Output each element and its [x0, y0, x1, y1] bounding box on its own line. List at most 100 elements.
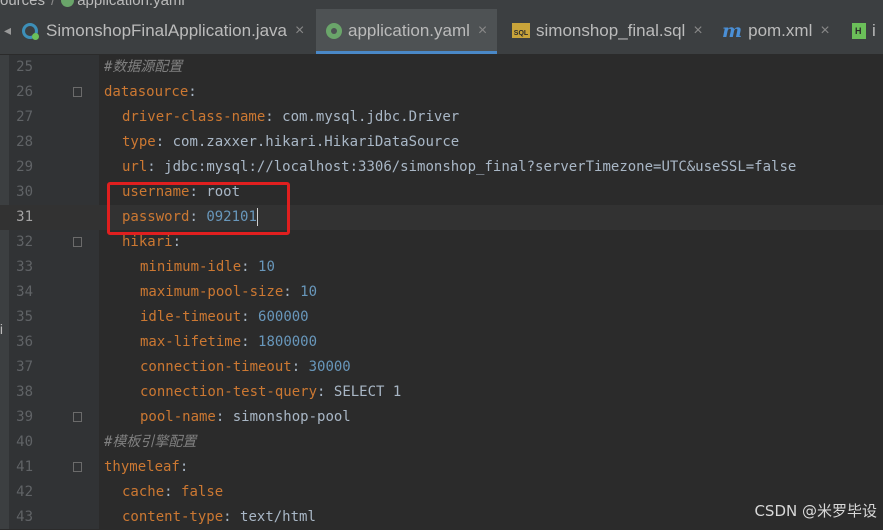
- code-text: maximum-pool-size: 10: [140, 280, 317, 305]
- line-number: 38: [16, 384, 33, 400]
- yaml-colon: :: [164, 484, 173, 500]
- code-line[interactable]: 35 idle-timeout: 600000: [0, 305, 883, 330]
- code-text: username: root: [122, 180, 240, 205]
- yaml-colon: :: [189, 184, 198, 200]
- code-text: url: jdbc:mysql://localhost:3306/simonsh…: [122, 155, 796, 180]
- code-line[interactable]: 37 connection-timeout: 30000: [0, 355, 883, 380]
- fold-marker-icon[interactable]: [73, 462, 82, 472]
- code-line[interactable]: 38 connection-test-query: SELECT 1: [0, 380, 883, 405]
- yaml-key: hikari: [122, 234, 173, 250]
- yaml-comment: #数据源配置: [104, 59, 183, 75]
- fold-marker-icon[interactable]: [73, 87, 82, 97]
- yaml-key: type: [122, 134, 156, 150]
- code-line[interactable]: 30 username: root: [0, 180, 883, 205]
- yaml-key: connection-timeout: [140, 359, 292, 375]
- code-text: driver-class-name: com.mysql.jdbc.Driver: [122, 105, 459, 130]
- line-number: 27: [16, 109, 33, 125]
- line-number: 26: [16, 84, 33, 100]
- code-line[interactable]: 31 password: 092101: [0, 205, 883, 230]
- yaml-key: connection-test-query: [140, 384, 318, 400]
- code-line[interactable]: 27 driver-class-name: com.mysql.jdbc.Driv…: [0, 105, 883, 130]
- tab-label: pom.xml: [748, 20, 813, 40]
- tab-application-yaml[interactable]: application.yaml ×: [316, 9, 498, 54]
- code-text: pool-name: simonshop-pool: [140, 405, 351, 430]
- tab-label: SimonshopFinalApplication.java: [46, 20, 287, 40]
- line-number: 33: [16, 259, 33, 275]
- line-number: 25: [16, 59, 33, 75]
- yaml-colon: :: [188, 84, 197, 100]
- line-number: 39: [16, 409, 33, 425]
- yaml-key: driver-class-name: [122, 109, 266, 125]
- breadcrumb-item[interactable]: application.yaml: [77, 0, 185, 9]
- yaml-colon: :: [291, 359, 301, 375]
- yaml-value: root: [206, 184, 241, 200]
- close-icon[interactable]: ×: [295, 22, 304, 40]
- yaml-value: SELECT 1: [333, 384, 402, 400]
- yaml-key: datasource: [104, 84, 189, 100]
- text-caret: [256, 208, 258, 226]
- code-line[interactable]: 43 content-type: text/html: [0, 505, 883, 530]
- code-line[interactable]: 29 url: jdbc:mysql://localhost:3306/simon…: [0, 155, 883, 180]
- line-number: 34: [16, 284, 33, 300]
- yaml-key: username: [122, 184, 190, 200]
- sql-icon: SQL: [512, 23, 530, 38]
- yaml-value: com.mysql.jdbc.Driver: [282, 109, 460, 125]
- breadcrumb: ources / application.yaml: [0, 0, 883, 9]
- code-line[interactable]: 34 maximum-pool-size: 10: [0, 280, 883, 305]
- yaml-value: 10: [258, 259, 275, 275]
- close-icon[interactable]: ×: [693, 22, 702, 40]
- yaml-colon: :: [317, 384, 326, 400]
- yaml-value: 1800000: [258, 334, 318, 350]
- code-text: hikari:: [122, 230, 181, 255]
- line-number: 42: [16, 484, 33, 500]
- java-class-icon: [22, 22, 39, 40]
- code-line[interactable]: 33 minimum-idle: 10: [0, 255, 883, 280]
- code-line[interactable]: 36 max-lifetime: 1800000: [0, 330, 883, 355]
- yaml-key: password: [122, 209, 190, 225]
- yaml-value: false: [181, 484, 224, 500]
- yaml-colon: :: [283, 284, 292, 300]
- line-number: 35: [16, 309, 33, 325]
- chevron-left-icon[interactable]: ◂: [0, 22, 11, 39]
- tab-html-file[interactable]: i: [852, 9, 876, 52]
- yaml-key: max-lifetime: [140, 334, 242, 350]
- breadcrumb-item[interactable]: ources: [0, 0, 45, 9]
- code-line[interactable]: 25 #数据源配置: [0, 55, 883, 80]
- fold-marker-icon[interactable]: [73, 412, 82, 422]
- tab-pom-xml[interactable]: m pom.xml ×: [722, 9, 830, 52]
- close-icon[interactable]: ×: [478, 22, 487, 40]
- code-text: max-lifetime: 1800000: [140, 330, 317, 355]
- close-icon[interactable]: ×: [820, 22, 829, 40]
- yaml-colon: :: [179, 459, 189, 475]
- code-line[interactable]: 32 hikari:: [0, 230, 883, 255]
- code-text: thymeleaf:: [104, 455, 188, 480]
- yaml-value: text/html: [240, 509, 316, 525]
- code-text: #模板引擎配置: [104, 430, 196, 455]
- tab-previous-arrow[interactable]: ◂: [0, 9, 11, 52]
- code-line[interactable]: 26 datasource:: [0, 80, 883, 105]
- line-number: 29: [16, 159, 33, 175]
- code-text: content-type: text/html: [122, 505, 316, 530]
- yaml-colon: :: [172, 234, 182, 250]
- yaml-colon: :: [241, 259, 250, 275]
- watermark: CSDN @米罗毕设: [754, 502, 877, 520]
- code-line[interactable]: 42 cache: false: [0, 480, 883, 505]
- code-line[interactable]: 40 #模板引擎配置: [0, 430, 883, 455]
- yaml-value: simonshop-pool: [232, 409, 351, 425]
- yaml-key: content-type: [122, 509, 224, 525]
- code-line[interactable]: 28 type: com.zaxxer.hikari.HikariDataSour…: [0, 130, 883, 155]
- yaml-key: minimum-idle: [140, 259, 242, 275]
- yaml-icon: [61, 0, 75, 7]
- code-text: minimum-idle: 10: [140, 255, 275, 280]
- line-number: 41: [16, 459, 33, 475]
- tab-simonshop-final-application[interactable]: SimonshopFinalApplication.java ×: [22, 9, 304, 52]
- code-line[interactable]: 41 thymeleaf:: [0, 455, 883, 480]
- tab-simonshop-final-sql[interactable]: SQL simonshop_final.sql ×: [512, 9, 703, 52]
- fold-marker-icon[interactable]: [73, 237, 82, 247]
- html-icon: [852, 22, 866, 39]
- code-text: type: com.zaxxer.hikari.HikariDataSource: [122, 130, 459, 155]
- code-line[interactable]: 39 pool-name: simonshop-pool: [0, 405, 883, 430]
- yaml-colon: :: [265, 109, 274, 125]
- tab-label: simonshop_final.sql: [536, 20, 686, 40]
- yaml-comment: #模板引擎配置: [104, 434, 197, 450]
